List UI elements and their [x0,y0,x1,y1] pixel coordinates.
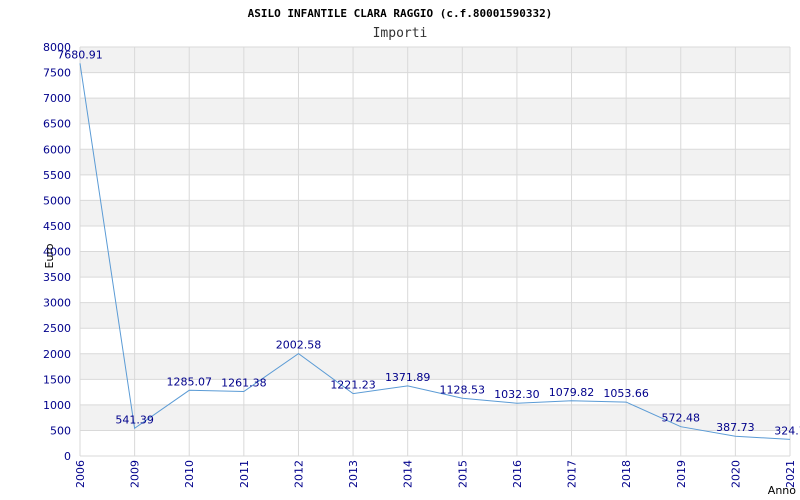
y-tick-label: 0 [64,450,71,463]
y-tick-label: 5000 [43,194,71,207]
grid-band [80,47,790,73]
data-label: 541.39 [115,413,154,426]
x-axis-label: Anno [768,484,796,497]
x-tick-label: 2009 [129,460,142,488]
data-label: 1032.30 [494,388,540,401]
x-tick-label: 2013 [347,460,360,488]
grid-band [80,302,790,329]
data-label: 1079.82 [549,386,595,399]
y-tick-label: 1500 [43,373,71,386]
x-tick-label: 2019 [675,460,688,488]
y-tick-label: 4500 [43,220,71,233]
grid-band [80,251,790,278]
x-axis-ticks: 2006 2009 2010 2011 2012 2013 2014 2015 2016 2017… [74,460,797,488]
data-label: 324.7 [774,424,800,437]
x-tick-label: 2010 [183,460,196,488]
data-label: 1053.66 [603,387,649,400]
x-tick-label: 2017 [566,460,579,488]
data-label: 2002.58 [276,339,322,352]
y-tick-label: 6500 [43,118,71,131]
y-tick-label: 3000 [43,297,71,310]
y-axis-label: Euro [43,243,56,268]
chart-title: ASILO INFANTILE CLARA RAGGIO (c.f.800015… [248,7,553,20]
y-tick-label: 7500 [43,67,71,80]
chart-subtitle: Importi [373,26,428,41]
y-tick-label: 7000 [43,92,71,105]
y-tick-label: 2500 [43,322,71,335]
background-bands [80,47,790,431]
data-label: 1221.23 [330,379,376,392]
data-label: 7680.91 [57,48,103,61]
data-label: 1285.07 [166,375,212,388]
x-tick-label: 2006 [74,460,87,488]
x-tick-label: 2012 [292,460,305,488]
y-tick-label: 500 [50,424,71,437]
data-label: 387.73 [716,421,755,434]
data-label: 1261.38 [221,377,267,390]
data-label: 1128.53 [440,383,486,396]
y-tick-label: 1000 [43,399,71,412]
y-tick-label: 2000 [43,348,71,361]
x-tick-label: 2014 [402,460,415,488]
x-tick-label: 2011 [238,460,251,488]
y-tick-label: 6000 [43,143,71,156]
data-label: 1371.89 [385,371,431,384]
x-tick-label: 2015 [456,460,469,488]
line-chart: ASILO INFANTILE CLARA RAGGIO (c.f.800015… [43,7,800,497]
x-tick-label: 2020 [729,460,742,488]
data-label: 572.48 [662,412,701,425]
grid-band [80,98,790,124]
y-tick-label: 5500 [43,169,71,182]
x-tick-label: 2016 [511,460,524,488]
y-tick-label: 3500 [43,271,71,284]
x-tick-label: 2018 [620,460,633,488]
grid-band [80,200,790,226]
grid-band [80,149,790,175]
